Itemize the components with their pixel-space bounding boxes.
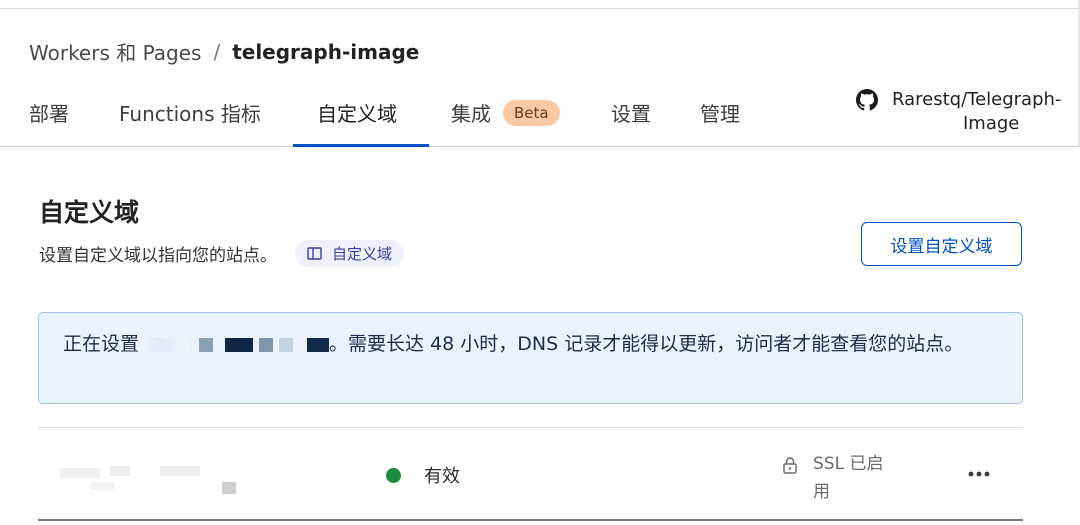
section-description: 设置自定义域以指向您的站点。 自定义域 [39, 240, 405, 267]
redacted-domain [139, 337, 190, 352]
breadcrumb: Workers 和 Pages / telegraph-image [29, 37, 419, 66]
section-description-text: 设置自定义域以指向您的站点。 [39, 246, 277, 266]
breadcrumb-separator: / [213, 39, 221, 64]
ssl-status-label: SSL 已启用 [813, 454, 884, 502]
dns-notice-banner: 正在设置 。需要长达 48 小时，DNS 记录才能得以更新，访问者才能查看您的站点… [38, 312, 1023, 404]
top-divider [0, 0, 1080, 9]
more-options-button[interactable] [964, 461, 994, 487]
redacted-domain [199, 337, 214, 352]
github-icon [856, 89, 878, 111]
domain-status-label: 有效 [424, 466, 460, 487]
repo-name-line2: Image [963, 113, 1020, 134]
status-dot-icon [386, 467, 401, 483]
docs-link-label: 自定义域 [332, 245, 393, 263]
tab-custom-domains[interactable]: 自定义域 [317, 98, 397, 127]
repo-link[interactable]: Rarestq/Telegraph- Image [856, 88, 1078, 136]
tab-integrations-label: 集成 [451, 102, 491, 126]
tab-manage[interactable]: 管理 [700, 98, 740, 127]
ssl-status: SSL 已启用 [783, 450, 897, 506]
more-horizontal-icon [968, 471, 990, 477]
redacted-domain [225, 337, 254, 352]
tab-deployments[interactable]: 部署 [29, 98, 69, 127]
active-tab-indicator [293, 144, 429, 147]
redacted-domain [259, 337, 274, 352]
breadcrumb-current: telegraph-image [232, 39, 420, 64]
notice-message: 。需要长达 48 小时，DNS 记录才能得以更新，访问者才能查看您的站点。 [329, 333, 964, 355]
breadcrumb-parent[interactable]: Workers 和 Pages [29, 37, 201, 66]
tab-functions-metrics[interactable]: Functions 指标 [119, 98, 261, 127]
setup-custom-domain-button[interactable]: 设置自定义域 [861, 222, 1022, 266]
domain-row: 有效 SSL 已启用 [38, 427, 1023, 521]
domain-status: 有效 [386, 462, 460, 488]
lock-icon [783, 457, 797, 474]
docs-link-chip[interactable]: 自定义域 [295, 240, 405, 267]
book-icon [307, 247, 322, 260]
redacted-domain-name [60, 464, 236, 494]
redacted-domain [307, 337, 330, 352]
tab-integrations[interactable]: 集成 Beta [451, 98, 560, 127]
redacted-domain [279, 337, 294, 352]
beta-badge: Beta [503, 99, 560, 126]
notice-prefix: 正在设置 [63, 333, 140, 355]
tab-settings[interactable]: 设置 [611, 98, 651, 127]
repo-name-line1: Rarestq/Telegraph- [892, 89, 1062, 110]
section-title: 自定义域 [39, 198, 140, 227]
